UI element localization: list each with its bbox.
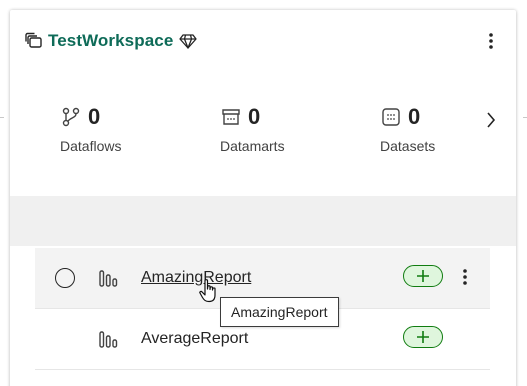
section-band	[10, 196, 516, 246]
datasets-count: 0	[408, 104, 421, 129]
stats-next-button[interactable]	[482, 110, 500, 130]
report-more-button[interactable]	[458, 266, 472, 288]
datamart-icon	[220, 106, 242, 128]
dataflows-label: Dataflows	[60, 138, 122, 154]
edge-mark-right	[523, 117, 527, 118]
report-icon	[98, 329, 120, 349]
select-radio[interactable]	[55, 268, 75, 288]
datasets-label: Datasets	[380, 138, 436, 154]
workspace-card: TestWorkspace 0 Dataflows 0 Datamarts 0 …	[10, 10, 516, 386]
dataflow-icon	[60, 106, 82, 128]
diamond-icon	[179, 32, 198, 50]
workspace-stack-icon	[24, 31, 44, 51]
stat-dataflows[interactable]: 0 Dataflows	[60, 102, 200, 154]
add-button[interactable]	[403, 265, 443, 287]
workspace-header: TestWorkspace	[24, 30, 198, 52]
datamarts-count: 0	[248, 104, 261, 129]
dataset-icon	[380, 106, 402, 128]
plus-icon	[417, 270, 429, 282]
report-name-tooltip: AmazingReport	[220, 297, 339, 327]
datamarts-label: Datamarts	[220, 138, 285, 154]
edge-mark-left	[0, 117, 4, 118]
stage: TestWorkspace 0 Dataflows 0 Datamarts 0 …	[0, 0, 527, 386]
more-vertical-icon	[489, 33, 493, 49]
add-button[interactable]	[403, 326, 443, 348]
report-icon	[98, 268, 120, 288]
workspace-stats: 0 Dataflows 0 Datamarts 0 Datasets	[60, 102, 500, 162]
stat-datamarts[interactable]: 0 Datamarts	[220, 102, 360, 154]
workspace-more-button[interactable]	[482, 30, 500, 52]
workspace-name[interactable]: TestWorkspace	[48, 31, 173, 51]
dataflows-count: 0	[88, 104, 101, 129]
plus-icon	[417, 331, 429, 343]
report-name-link[interactable]: AmazingReport	[141, 269, 251, 287]
chevron-right-icon	[487, 112, 496, 128]
more-vertical-icon	[463, 269, 467, 285]
report-name-link[interactable]: AverageReport	[141, 330, 248, 348]
